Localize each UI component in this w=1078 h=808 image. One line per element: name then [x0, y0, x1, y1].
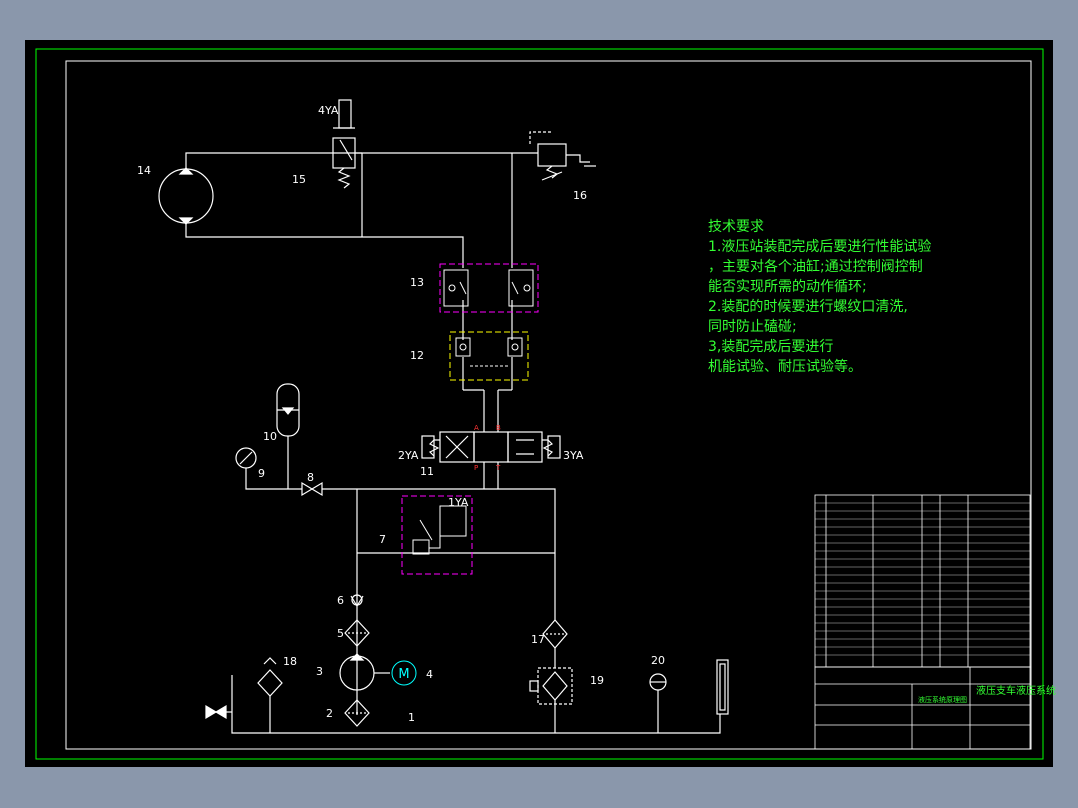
label-1: 1: [408, 711, 415, 724]
drawing-paper: [25, 40, 1053, 767]
label-16: 16: [573, 189, 587, 202]
label-3: 3: [316, 665, 323, 678]
port-a-label: A: [474, 424, 479, 432]
port-t-label: T: [495, 464, 501, 472]
notes-line-7: 机能试验、耐压试验等。: [708, 359, 862, 375]
notes-line-2: ，主要对各个油缸;通过控制阀控制: [708, 259, 923, 275]
port-b-label: B: [496, 424, 501, 432]
label-20: 20: [651, 654, 665, 667]
label-9: 9: [258, 467, 265, 480]
notes-line-3: 能否实现所需的动作循环;: [708, 279, 867, 295]
notes-line-4: 2.装配的时候要进行螺纹口清洗,: [708, 299, 908, 315]
label-2: 2: [326, 707, 333, 720]
label-8: 8: [307, 471, 314, 484]
hydraulic-schematic: M A B P T 液压支车液压系统 液压系统原理图: [25, 40, 1056, 767]
label-14: 14: [137, 164, 151, 177]
label-11: 11: [420, 465, 434, 478]
label-6: 6: [337, 594, 344, 607]
label-3ya: 3YA: [563, 449, 584, 462]
label-4: 4: [426, 668, 433, 681]
notes-line-1: 1.液压站装配完成后要进行性能试验: [708, 239, 932, 255]
label-10: 10: [263, 430, 277, 443]
label-5: 5: [337, 627, 344, 640]
notes-line-6: 3,装配完成后要进行: [708, 339, 834, 355]
drawing-name: 液压支车液压系统: [976, 684, 1056, 697]
label-4ya: 4YA: [318, 104, 339, 117]
notes-line-5: 同时防止磕碰;: [708, 319, 797, 335]
label-1ya: 1YA: [448, 496, 469, 509]
label-2ya: 2YA: [398, 449, 419, 462]
sub-drawing-name: 液压系统原理图: [918, 695, 967, 704]
port-p-label: P: [474, 464, 478, 472]
notes-title: 技术要求: [708, 219, 764, 235]
label-18: 18: [283, 655, 297, 668]
label-15: 15: [292, 173, 306, 186]
label-13: 13: [410, 276, 424, 289]
label-7: 7: [379, 533, 386, 546]
label-17: 17: [531, 633, 545, 646]
label-19: 19: [590, 674, 604, 687]
technical-requirements: 技术要求 1.液压站装配完成后要进行性能试验 ，主要对各个油缸;通过控制阀控制 …: [708, 217, 931, 377]
label-12: 12: [410, 349, 424, 362]
motor-label: M: [398, 667, 409, 682]
